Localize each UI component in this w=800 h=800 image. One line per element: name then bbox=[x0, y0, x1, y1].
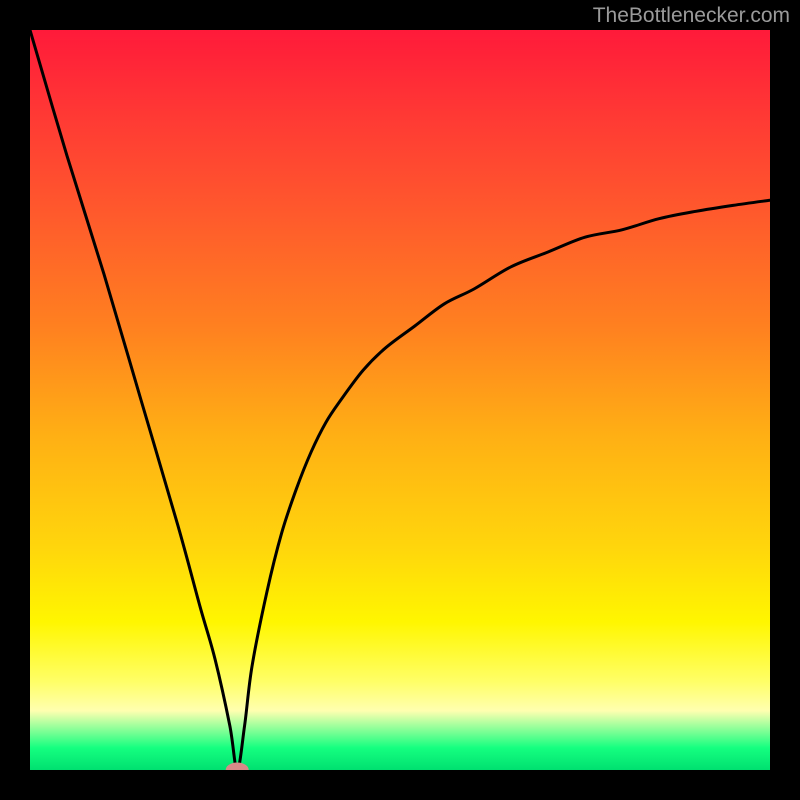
optimal-point-marker bbox=[30, 30, 770, 770]
plot-area bbox=[30, 30, 770, 770]
watermark-text: TheBottlenecker.com bbox=[593, 4, 790, 28]
chart-frame: TheBottlenecker.com bbox=[0, 0, 800, 800]
